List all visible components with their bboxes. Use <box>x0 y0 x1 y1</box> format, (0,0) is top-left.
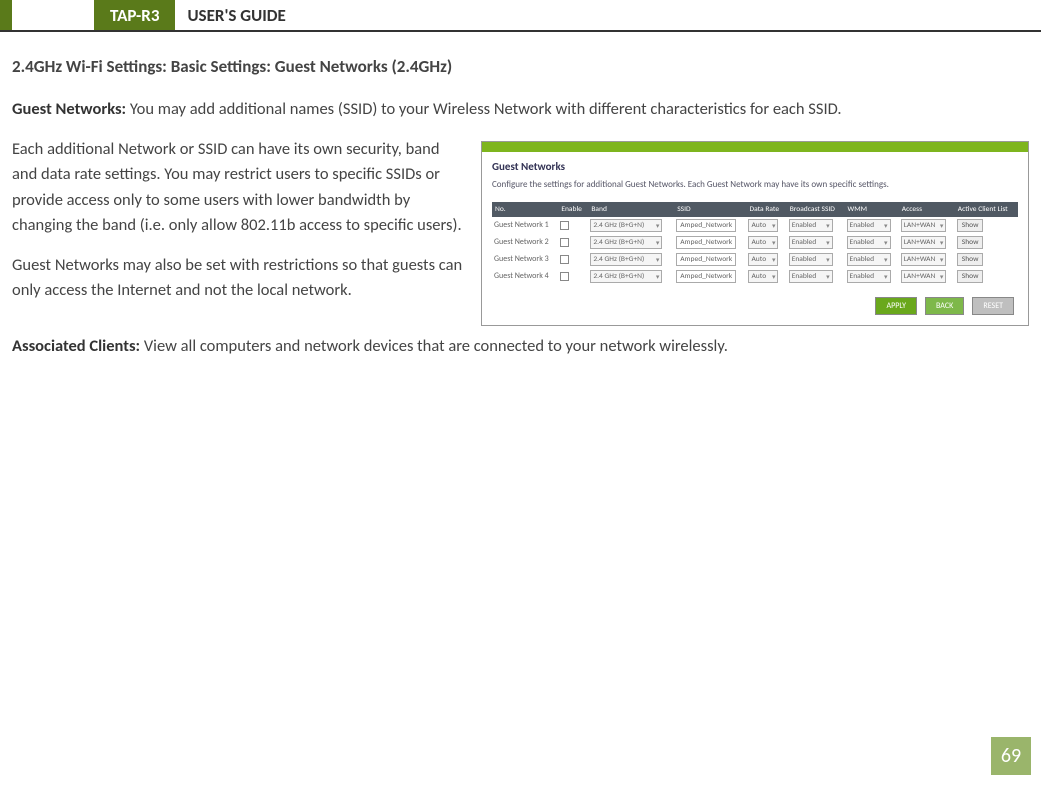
access-select[interactable]: LAN+WAN <box>901 236 947 249</box>
col-no: No. <box>492 202 558 217</box>
band-select[interactable]: 2.4 GHz (B+G+N) <box>590 253 662 266</box>
bcast-select[interactable]: Enabled <box>789 253 833 266</box>
table-row: Guest Network 2 2.4 GHz (B+G+N) Amped_Netw… <box>492 234 1018 251</box>
access-select[interactable]: LAN+WAN <box>901 270 947 283</box>
bcast-select[interactable]: Enabled <box>789 219 833 232</box>
cell-no: Guest Network 1 <box>492 217 558 234</box>
col-bcast: Broadcast SSID <box>787 202 845 217</box>
header-accent <box>0 0 12 30</box>
col-client: Active Client List <box>955 202 1018 217</box>
col-ssid: SSID <box>674 202 746 217</box>
cell-no: Guest Network 3 <box>492 251 558 268</box>
header-title: USER'S GUIDE <box>175 0 297 30</box>
cell-no: Guest Network 4 <box>492 268 558 285</box>
col-wmm: WMM <box>845 202 899 217</box>
screenshot-desc: Configure the settings for additional Gu… <box>482 179 1028 198</box>
show-button[interactable]: Show <box>957 219 984 232</box>
table-row: Guest Network 1 2.4 GHz (B+G+N) Amped_Netw… <box>492 217 1018 234</box>
show-button[interactable]: Show <box>957 236 984 249</box>
apply-button[interactable]: APPLY <box>875 297 917 315</box>
rate-select[interactable]: Auto <box>748 253 778 266</box>
table-row: Guest Network 3 2.4 GHz (B+G+N) Amped_Netw… <box>492 251 1018 268</box>
bcast-select[interactable]: Enabled <box>789 236 833 249</box>
page-number: 69 <box>991 737 1031 775</box>
wmm-select[interactable]: Enabled <box>847 236 891 249</box>
back-button[interactable]: BACK <box>925 297 964 315</box>
ssid-input[interactable]: Amped_Network <box>676 236 736 249</box>
table-row: Guest Network 4 2.4 GHz (B+G+N) Amped_Netw… <box>492 268 1018 285</box>
wmm-select[interactable]: Enabled <box>847 270 891 283</box>
col-band: Band <box>588 202 674 217</box>
band-select[interactable]: 2.4 GHz (B+G+N) <box>590 270 662 283</box>
band-select[interactable]: 2.4 GHz (B+G+N) <box>590 236 662 249</box>
wmm-select[interactable]: Enabled <box>847 219 891 232</box>
col-enable: Enable <box>558 202 588 217</box>
guest-networks-table: No. Enable Band SSID Data Rate Broadcast… <box>492 202 1018 285</box>
rate-select[interactable]: Auto <box>748 219 778 232</box>
ssid-input[interactable]: Amped_Network <box>676 219 736 232</box>
cell-no: Guest Network 2 <box>492 234 558 251</box>
text-associated-clients: View all computers and network devices t… <box>140 336 728 356</box>
ssid-input[interactable]: Amped_Network <box>676 253 736 266</box>
wmm-select[interactable]: Enabled <box>847 253 891 266</box>
col-rate: Data Rate <box>746 202 786 217</box>
rate-select[interactable]: Auto <box>748 236 778 249</box>
col-access: Access <box>899 202 955 217</box>
show-button[interactable]: Show <box>957 270 984 283</box>
enable-checkbox[interactable] <box>560 238 569 247</box>
screenshot-topbar <box>482 142 1028 152</box>
paragraph-associated-clients: Associated Clients: View all computers a… <box>12 334 1029 360</box>
access-select[interactable]: LAN+WAN <box>901 253 947 266</box>
screenshot-title: Guest Networks <box>482 152 1028 179</box>
enable-checkbox[interactable] <box>560 272 569 281</box>
paragraph-guest-networks: Guest Networks: You may add additional n… <box>12 97 1029 123</box>
rate-select[interactable]: Auto <box>748 270 778 283</box>
label-associated-clients: Associated Clients: <box>12 336 140 356</box>
ssid-input[interactable]: Amped_Network <box>676 270 736 283</box>
label-guest-networks: Guest Networks: <box>12 99 126 119</box>
enable-checkbox[interactable] <box>560 221 569 230</box>
header-model: TAP-R3 <box>94 0 175 30</box>
text-guest-networks: You may add additional names (SSID) to y… <box>126 99 841 119</box>
access-select[interactable]: LAN+WAN <box>901 219 947 232</box>
button-row: APPLY BACK RESET <box>482 293 1028 325</box>
section-title: 2.4GHz Wi-Fi Settings: Basic Settings: G… <box>12 56 1029 77</box>
bcast-select[interactable]: Enabled <box>789 270 833 283</box>
reset-button[interactable]: RESET <box>972 297 1014 315</box>
doc-header: TAP-R3 USER'S GUIDE <box>0 0 1041 32</box>
band-select[interactable]: 2.4 GHz (B+G+N) <box>590 219 662 232</box>
enable-checkbox[interactable] <box>560 255 569 264</box>
settings-screenshot: Guest Networks Configure the settings fo… <box>481 141 1029 326</box>
show-button[interactable]: Show <box>957 253 984 266</box>
